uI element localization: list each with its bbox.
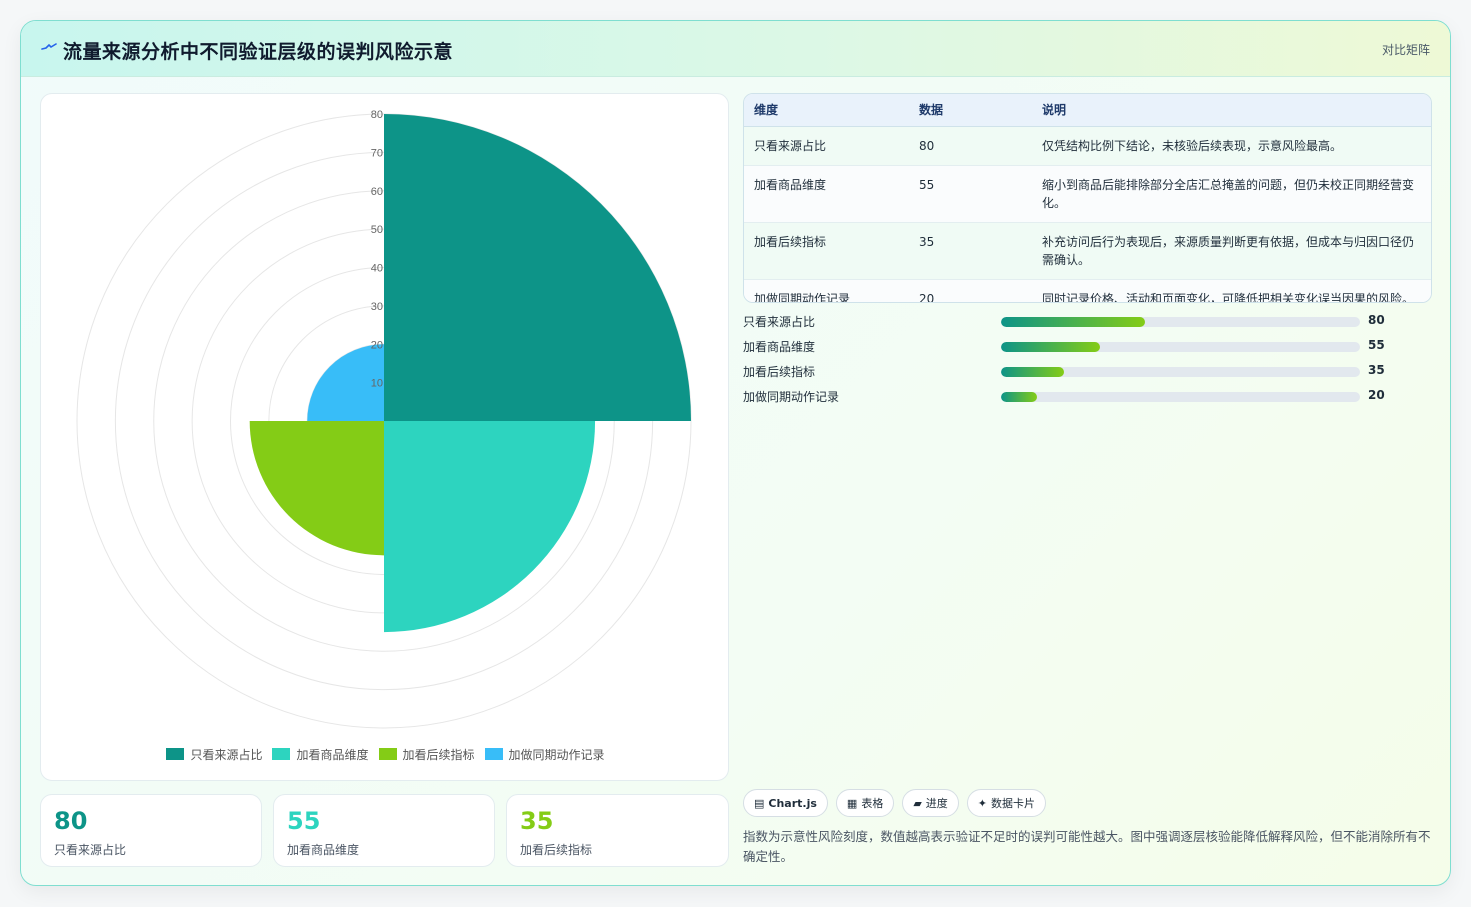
stat-card-1: 55 加看商品维度 [273, 794, 495, 867]
header: 流量来源分析中不同验证层级的误判风险示意 对比矩阵 [21, 21, 1450, 77]
r-tick-label-2: 20 [371, 339, 383, 351]
cell-desc: 缩小到商品后能排除部分全店汇总掩盖的问题，但仍未校正同期经营变化。 [1032, 165, 1431, 223]
progress-icon: ▰ [913, 796, 922, 810]
r-tick-label-4: 40 [371, 263, 383, 275]
stat-value-2: 35 [520, 807, 554, 835]
progress-label-1: 加看商品维度 [743, 340, 816, 354]
cell-val: 20 [909, 279, 1032, 302]
r-tick-label-6: 60 [371, 186, 383, 198]
progress-fill-2 [1001, 367, 1064, 377]
data-table: 维度 数据 说明 只看来源占比 80 仅凭结构比例下结论，未核验后续表现，示意风… [743, 93, 1432, 303]
cell-val: 55 [909, 165, 1032, 223]
chip-table[interactable]: ▦ 表格 [835, 789, 895, 817]
chip-data-card[interactable]: ✦ 数据卡片 [966, 789, 1047, 817]
progress-track-3 [1001, 392, 1360, 402]
chip-label: 表格 [861, 797, 884, 810]
footnote: 指数为示意性风险刻度，数值越高表示验证不足时的误判可能性越大。图中强调逐层核验能… [743, 829, 1431, 864]
r-tick-label-5: 50 [371, 224, 383, 236]
progress-track-2 [1001, 367, 1360, 377]
legend-item-2[interactable]: 加看后续指标 [378, 744, 475, 764]
progress-bars: 只看来源占比 80 加看商品维度 55 加看后续指标 35 加做同期动作记录 2… [743, 313, 1432, 413]
progress-value-3: 20 [1368, 388, 1385, 402]
table-row: 只看来源占比 80 仅凭结构比例下结论，未核验后续表现，示意风险最高。 [744, 126, 1431, 166]
stat-card-0: 80 只看来源占比 [40, 794, 262, 867]
dashboard-card: 流量来源分析中不同验证层级的误判风险示意 对比矩阵 10 20 30 40 50 60 70… [20, 20, 1451, 886]
stat-value-1: 55 [287, 807, 321, 835]
chart-legend: 只看来源占比 加看商品维度 加看后续指标 加做同期动作记录 [41, 744, 730, 764]
legend-swatch-3 [484, 748, 503, 760]
cell-val: 35 [909, 222, 1032, 280]
r-tick-label-7: 70 [371, 147, 383, 159]
chart-icon: ▤ [754, 796, 765, 810]
r-tick-label-1: 10 [371, 378, 383, 390]
cell-dim: 加看后续指标 [744, 222, 909, 280]
cell-desc: 同时记录价格、活动和页面变化，可降低把相关变化误当因果的风险。 [1032, 279, 1431, 302]
polar-sector-2[interactable] [249, 421, 384, 556]
chip-label: 数据卡片 [991, 797, 1036, 810]
progress-label-2: 加看后续指标 [743, 365, 816, 379]
col-header-dim[interactable]: 维度 [744, 94, 909, 127]
cell-desc: 补充访问后行为表现后，来源质量判断更有依据，但成本与归因口径仍需确认。 [1032, 222, 1431, 280]
progress-track-0 [1001, 317, 1360, 327]
chip-label: 进度 [925, 797, 948, 810]
sparkle-icon: ✦ [977, 796, 988, 810]
polar-chart-panel: 10 20 30 40 50 60 70 80 只看来源占比 加看商品维度 加看后续指标 加做… [40, 93, 729, 781]
stat-label-0: 只看来源占比 [54, 843, 127, 857]
progress-label-3: 加做同期动作记录 [743, 390, 840, 404]
table-header-row: 维度 数据 说明 [744, 94, 1431, 127]
r-tick-label-3: 30 [371, 301, 383, 313]
polar-sector-1[interactable] [384, 421, 596, 633]
legend-item-3[interactable]: 加做同期动作记录 [484, 744, 605, 764]
progress-label-0: 只看来源占比 [743, 315, 816, 329]
table-row: 加看商品维度 55 缩小到商品后能排除部分全店汇总掩盖的问题，但仍未校正同期经营… [744, 165, 1431, 223]
chip-label: Chart.js [768, 796, 817, 810]
legend-swatch-0 [166, 748, 185, 760]
polar-area-chart: 10 20 30 40 50 60 70 80 [76, 109, 692, 729]
stat-label-1: 加看商品维度 [287, 843, 360, 857]
legend-swatch-1 [272, 748, 291, 760]
legend-label-0: 只看来源占比 [190, 747, 263, 762]
cell-dim: 只看来源占比 [744, 126, 909, 166]
view-badge[interactable]: 对比矩阵 [1382, 41, 1430, 58]
cell-dim: 加看商品维度 [744, 165, 909, 223]
r-tick-label-8: 80 [371, 109, 383, 121]
legend-item-0[interactable]: 只看来源占比 [166, 744, 262, 764]
legend-label-1: 加看商品维度 [296, 747, 369, 762]
cell-val: 80 [909, 126, 1032, 166]
col-header-desc[interactable]: 说明 [1032, 94, 1431, 127]
progress-track-1 [1001, 342, 1360, 352]
stat-value-0: 80 [54, 807, 88, 835]
progress-value-1: 55 [1368, 338, 1385, 352]
table-row: 加看后续指标 35 补充访问后行为表现后，来源质量判断更有依据，但成本与归因口径… [744, 222, 1431, 280]
progress-value-0: 80 [1368, 313, 1385, 327]
table-row: 加做同期动作记录 20 同时记录价格、活动和页面变化，可降低把相关变化误当因果的… [744, 279, 1431, 302]
polar-sector-0[interactable] [384, 114, 691, 421]
chip-progress[interactable]: ▰ 进度 [902, 789, 959, 817]
legend-item-1[interactable]: 加看商品维度 [272, 744, 369, 764]
progress-fill-3 [1001, 392, 1037, 402]
table-icon: ▦ [846, 796, 858, 810]
legend-swatch-2 [378, 748, 397, 760]
progress-row-0: 只看来源占比 80 [743, 313, 1432, 338]
pulse-icon [41, 43, 57, 50]
page-title: 流量来源分析中不同验证层级的误判风险示意 [63, 41, 454, 63]
progress-row-2: 加看后续指标 35 [743, 363, 1432, 388]
stat-card-2: 35 加看后续指标 [506, 794, 729, 867]
progress-fill-1 [1001, 342, 1100, 352]
progress-row-1: 加看商品维度 55 [743, 338, 1432, 363]
col-header-val[interactable]: 数据 [909, 94, 1032, 127]
legend-label-2: 加看后续指标 [402, 747, 475, 762]
progress-row-3: 加做同期动作记录 20 [743, 388, 1432, 413]
chip-chartjs[interactable]: ▤ Chart.js [743, 789, 828, 817]
progress-value-2: 35 [1368, 363, 1385, 377]
cell-desc: 仅凭结构比例下结论，未核验后续表现，示意风险最高。 [1032, 126, 1431, 166]
stat-label-2: 加看后续指标 [520, 843, 593, 857]
cell-dim: 加做同期动作记录 [744, 279, 909, 302]
progress-fill-0 [1001, 317, 1145, 327]
legend-label-3: 加做同期动作记录 [508, 747, 605, 762]
tech-chips: ▤ Chart.js ▦ 表格 ▰ 进度 ✦ 数据卡片 [743, 789, 1047, 817]
